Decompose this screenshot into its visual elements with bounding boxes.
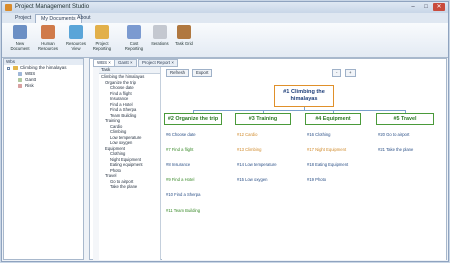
wbs-leaf-node[interactable]: #20 Go to airport: [378, 132, 409, 137]
human-resources-button[interactable]: Human Resources: [36, 25, 60, 55]
document-pane: WBS × Gantt × Project Report × Task Clim…: [89, 58, 447, 260]
cost-reporting-icon: [127, 25, 141, 39]
close-button[interactable]: ✕: [433, 3, 445, 11]
app-title: Project Management Studio: [15, 4, 90, 10]
resources-view-icon: [69, 25, 83, 39]
refresh-button[interactable]: Refresh: [166, 69, 190, 77]
task-grid-button[interactable]: Task Grid: [172, 25, 196, 55]
iterations-button[interactable]: Iterations: [148, 25, 172, 55]
human-resources-icon: [41, 25, 55, 39]
wbs-leaf-node[interactable]: #12 Cardio: [237, 132, 258, 137]
wbs-leaf-node[interactable]: #16 Clothing: [307, 132, 331, 137]
tab-close-icon[interactable]: ×: [130, 60, 133, 65]
zoom-in-button[interactable]: +: [345, 69, 356, 77]
doc-tab-wbs[interactable]: WBS ×: [93, 59, 115, 67]
wbs-leaf-node[interactable]: #15 Low oxygen: [237, 177, 268, 182]
wbs-icon: [18, 72, 22, 76]
project-reporting-button[interactable]: Project Reporting: [90, 25, 114, 55]
wbs-branch-organize-trip[interactable]: #2 Organize the trip: [164, 113, 222, 125]
wbs-leaf-node[interactable]: #21 Take the plane: [378, 147, 413, 152]
doc-tab-gantt[interactable]: Gantt ×: [114, 59, 137, 67]
new-document-icon: [13, 25, 27, 39]
wbs-branch-travel[interactable]: #5 Travel: [376, 113, 434, 125]
wbs-leaf-node[interactable]: #13 Climbing: [237, 147, 261, 152]
wbs-leaf-node[interactable]: #17 Night Equipment: [307, 147, 346, 152]
iterations-icon: [153, 25, 167, 39]
wbs-leaf-node[interactable]: #7 Find a flight: [166, 147, 193, 152]
wbs-branch-training[interactable]: #3 Training: [235, 113, 291, 125]
wbs-diagram: Refresh Export - + #1 Climbing the himal…: [162, 67, 446, 260]
maximize-button[interactable]: □: [420, 3, 432, 11]
connector-line: [193, 110, 405, 111]
tab-project[interactable]: Project: [10, 14, 36, 23]
minimize-button[interactable]: –: [407, 3, 419, 11]
risk-icon: [18, 84, 22, 88]
gantt-icon: [18, 78, 22, 82]
project-reporting-icon: [95, 25, 109, 39]
new-document-button[interactable]: New Document: [8, 25, 32, 55]
task-row[interactable]: Take the plane: [99, 184, 160, 190]
cost-reporting-button[interactable]: Cost Reporting: [122, 25, 146, 55]
wbs-root-node[interactable]: #1 Climbing the himalayas: [274, 85, 334, 107]
wbs-sidebar: Wbs Climbing the himalayas WBS Gantt Ris…: [3, 58, 84, 260]
wbs-leaf-node[interactable]: #8 Insurance: [166, 162, 190, 167]
wbs-branch-equipment[interactable]: #4 Equipment: [305, 113, 361, 125]
wbs-leaf-node[interactable]: #11 Team Building: [166, 208, 200, 213]
export-button[interactable]: Export: [192, 69, 213, 77]
tab-close-icon[interactable]: ×: [171, 60, 174, 65]
wbs-leaf-node[interactable]: #14 Low temperature: [237, 162, 277, 167]
zoom-out-button[interactable]: -: [332, 69, 342, 77]
doc-tab-project-report[interactable]: Project Report ×: [138, 59, 178, 67]
task-tree: Task Climbing the himalayas Organize the…: [99, 67, 161, 260]
wbs-leaf-node[interactable]: #18 Eating Equipment: [307, 162, 348, 167]
wbs-leaf-node[interactable]: #19 Photo: [307, 177, 326, 182]
ribbon-toolbar: New Document Human Resources Resources V…: [2, 23, 448, 58]
tab-close-icon[interactable]: ×: [108, 60, 111, 65]
wbs-leaf-node[interactable]: #10 Find a Sherpa: [166, 192, 200, 197]
title-bar: Project Management Studio – □ ✕: [2, 2, 448, 13]
folder-icon: [13, 66, 18, 70]
collapse-icon[interactable]: [7, 66, 10, 70]
resources-view-button[interactable]: Resources View: [64, 25, 88, 55]
app-icon: [5, 4, 12, 11]
task-grid-icon: [177, 25, 191, 39]
wbs-leaf-node[interactable]: #6 Choose date: [166, 132, 196, 137]
app-window: Project Management Studio – □ ✕ Project …: [1, 1, 449, 262]
task-column-header: Task: [99, 67, 160, 74]
wbs-leaf-node[interactable]: #9 Find a Hotel: [166, 177, 194, 182]
sidebar-item-risk[interactable]: Risk: [4, 83, 83, 89]
tab-about[interactable]: About: [72, 14, 96, 23]
